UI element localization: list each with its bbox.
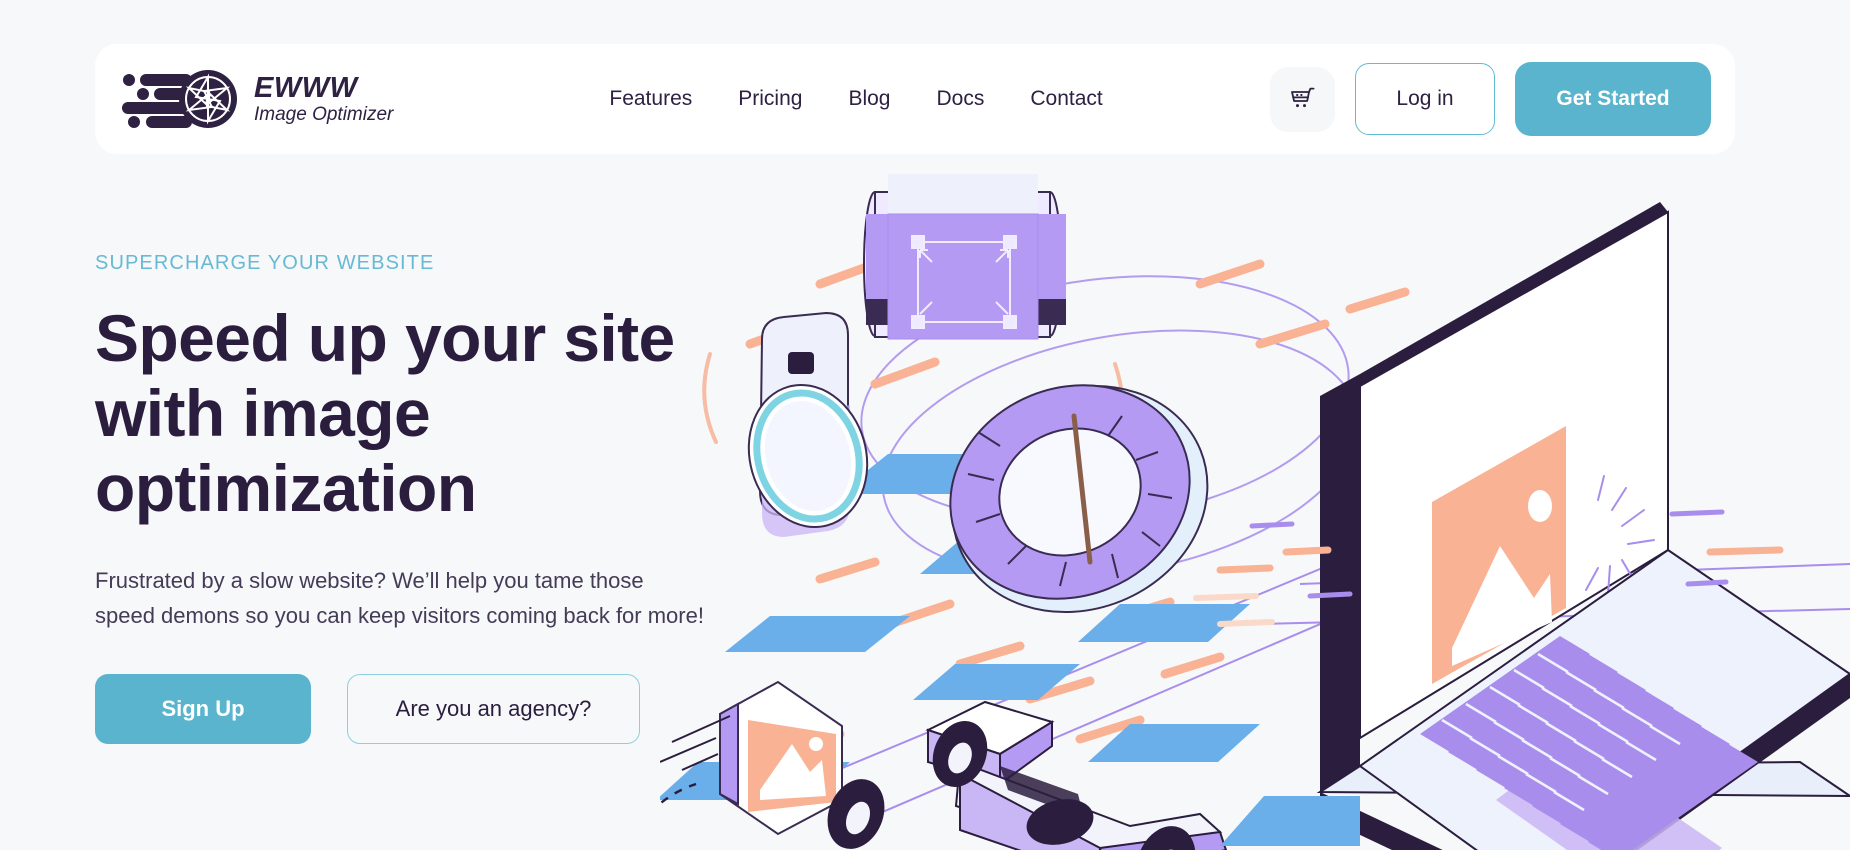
brand-tagline: Image Optimizer <box>254 104 394 126</box>
login-button[interactable]: Log in <box>1355 63 1495 135</box>
site-header: EWWW Image Optimizer Features Pricing Bl… <box>95 44 1735 154</box>
hero-subtitle: Frustrated by a slow website? We’ll help… <box>95 567 704 629</box>
nav-item-features[interactable]: Features <box>609 87 692 111</box>
camera-body <box>863 174 1066 340</box>
primary-navigation: Features Pricing Blog Docs Contact <box>609 87 1102 111</box>
brand-name: EWWW <box>254 71 358 104</box>
brand-logo[interactable]: EWWW Image Optimizer <box>122 69 393 129</box>
cart-button[interactable] <box>1270 66 1335 132</box>
page-title: Speed up your site with image optimizati… <box>95 301 675 526</box>
nav-item-pricing[interactable]: Pricing <box>738 87 802 111</box>
laptop <box>1220 202 1850 850</box>
speed-lines-camera-aperture-icon <box>122 70 237 128</box>
nav-item-contact[interactable]: Contact <box>1030 87 1102 111</box>
hero-cta-group: Sign Up Are you an agency? <box>95 673 735 744</box>
hero-copy: SUPERCHARGE YOUR WEBSITE Speed up your s… <box>95 252 735 744</box>
header-actions: Log in Get Started <box>1270 62 1711 136</box>
isometric-speed-illustration <box>660 174 1850 850</box>
nav-item-blog[interactable]: Blog <box>848 87 890 111</box>
image-card-floating <box>660 680 843 836</box>
agency-button[interactable]: Are you an agency? <box>347 673 640 744</box>
hero-section: SUPERCHARGE YOUR WEBSITE Speed up your s… <box>0 154 1850 850</box>
laptop-shadow <box>1220 796 1360 846</box>
sign-up-button[interactable]: Sign Up <box>95 673 311 744</box>
shopping-cart-icon <box>1290 87 1314 108</box>
get-started-button[interactable]: Get Started <box>1515 62 1711 136</box>
nav-item-docs[interactable]: Docs <box>936 87 984 111</box>
hero-illustration <box>660 154 1850 850</box>
hero-eyebrow: SUPERCHARGE YOUR WEBSITE <box>95 252 435 274</box>
